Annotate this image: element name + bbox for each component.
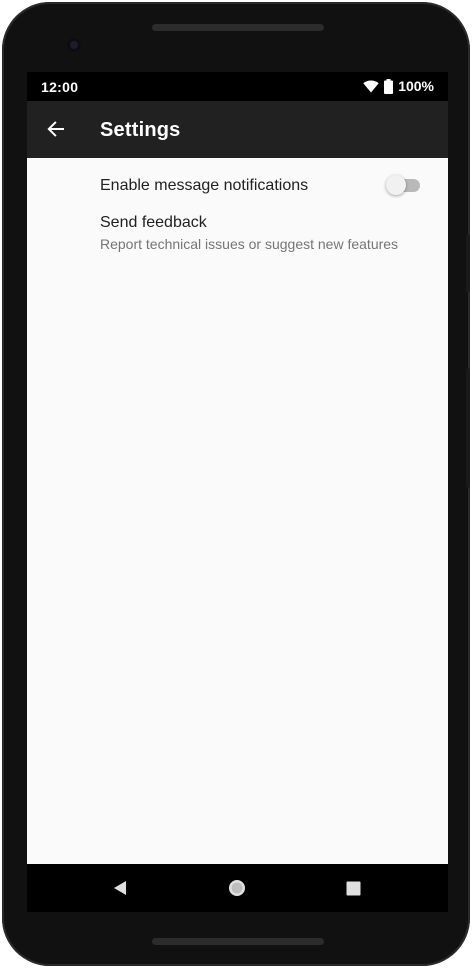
top-speaker — [152, 24, 324, 31]
send-feedback-title: Send feedback — [100, 214, 207, 231]
send-feedback-preference[interactable]: Send feedback Report technical issues or… — [27, 214, 448, 276]
phone-frame: 12:00 100% Settings Enable message notif… — [2, 2, 470, 966]
back-button[interactable] — [39, 112, 73, 146]
nav-home-button[interactable] — [221, 872, 253, 904]
arrow-back-icon — [47, 120, 65, 138]
home-circle-icon — [227, 878, 247, 898]
volume-button — [466, 234, 470, 292]
battery-icon — [384, 78, 394, 94]
page-title: Settings — [100, 119, 181, 141]
battery-percentage: 100% — [398, 78, 434, 94]
back-triangle-icon — [113, 880, 127, 896]
send-feedback-summary: Report technical issues or suggest new f… — [100, 236, 399, 252]
status-bar: 12:00 100% — [27, 72, 448, 101]
notifications-preference[interactable]: Enable message notifications — [27, 158, 448, 214]
recents-square-icon — [346, 881, 361, 896]
wifi-icon — [363, 80, 379, 93]
status-icons: 100% — [363, 78, 434, 94]
notifications-title: Enable message notifications — [100, 177, 309, 194]
preference-list: Enable message notifications Send feedba… — [27, 158, 448, 276]
nav-back-button[interactable] — [104, 872, 136, 904]
switch-thumb — [386, 175, 406, 195]
app-bar: Settings — [27, 101, 448, 158]
status-time: 12:00 — [41, 79, 79, 95]
nav-recents-button[interactable] — [337, 872, 369, 904]
front-camera — [67, 38, 81, 52]
power-button — [466, 368, 470, 488]
navigation-bar — [27, 864, 448, 912]
screen: 12:00 100% Settings Enable message notif… — [27, 72, 448, 912]
notifications-switch[interactable] — [386, 175, 420, 195]
bottom-speaker — [152, 938, 324, 945]
